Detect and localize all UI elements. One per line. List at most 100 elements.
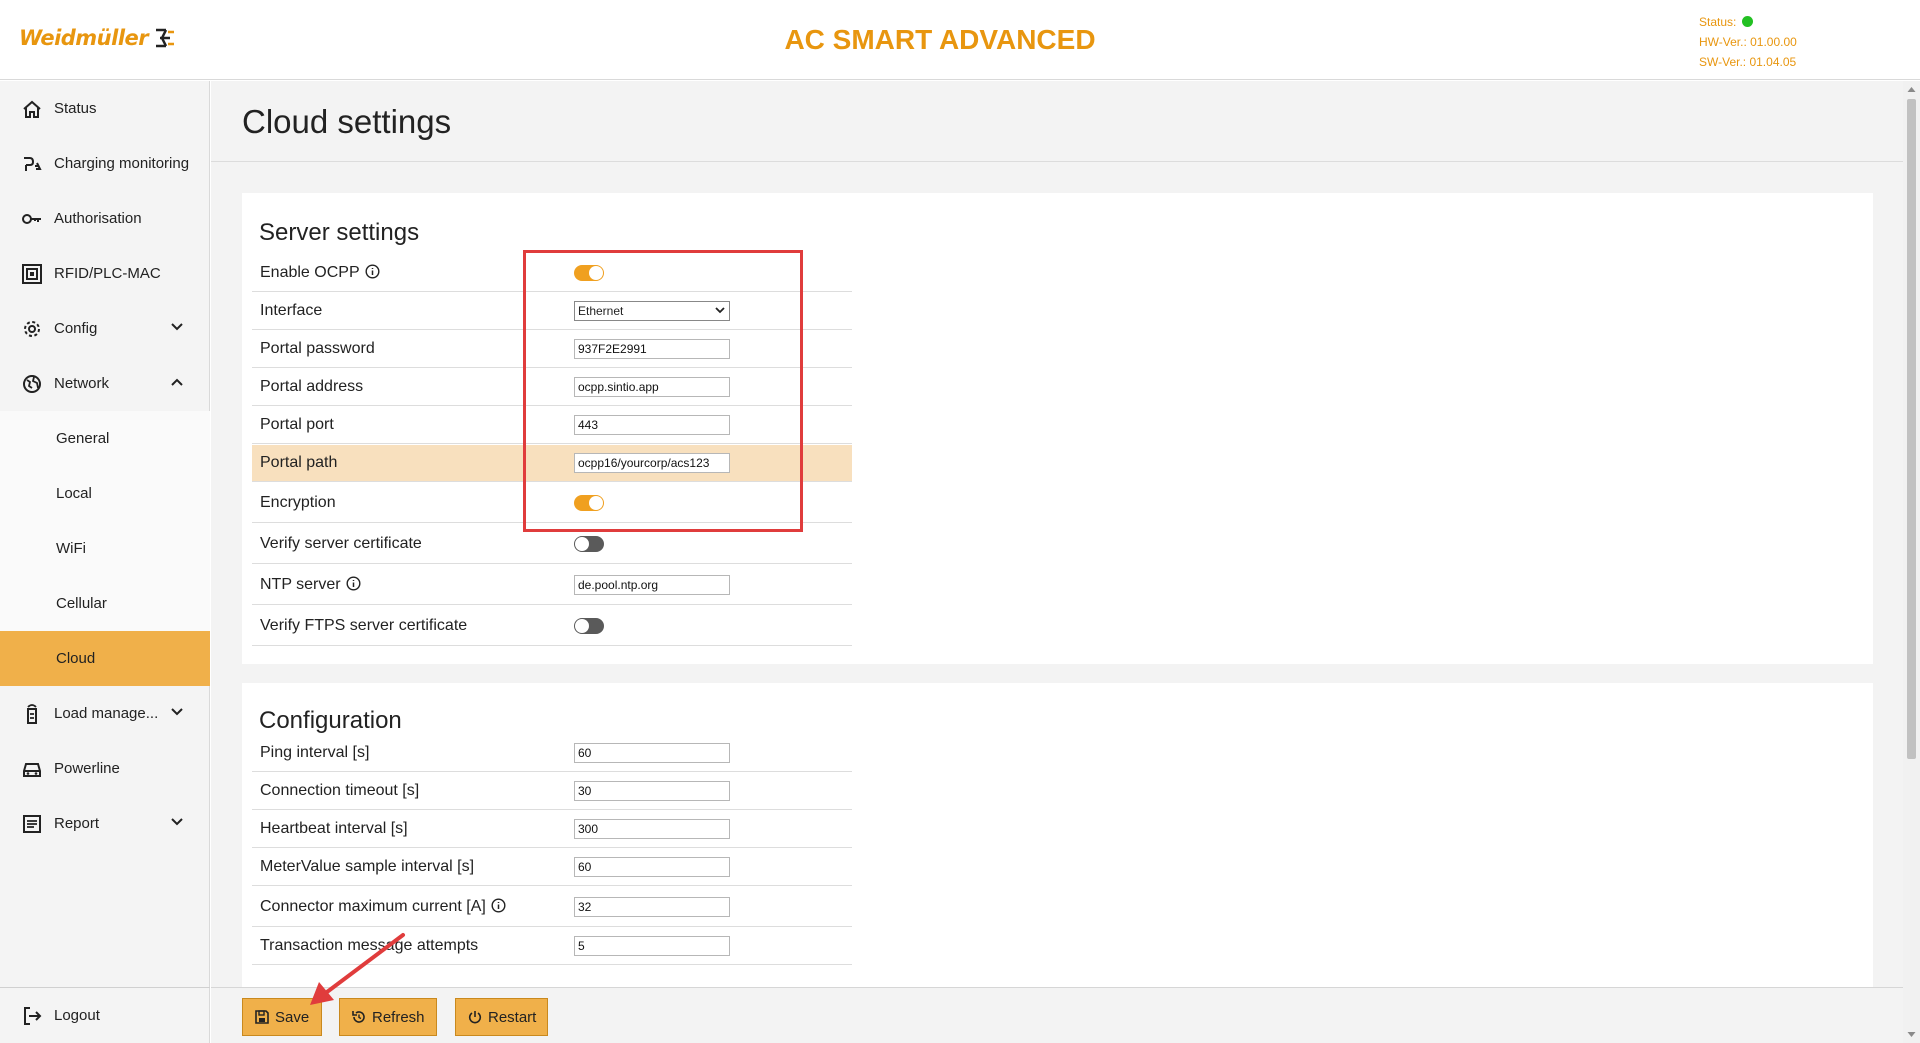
- save-label: Save: [275, 1008, 310, 1026]
- connection-timeout-label: Connection timeout [s]: [260, 782, 420, 799]
- info-icon[interactable]: [491, 897, 506, 913]
- car-icon: [23, 763, 41, 777]
- enable-ocpp-label: Enable OCPP: [260, 264, 380, 282]
- server-settings-card: Server settings Enable OCPP Interface Et…: [242, 193, 1873, 664]
- sidebar-item-label: RFID/PLC-MAC: [54, 265, 161, 282]
- sidebar: Status Charging monitoring Authorisation…: [0, 81, 210, 1043]
- action-bar: Save Refresh Restart: [211, 987, 1903, 1043]
- verify-ftps-cert-toggle[interactable]: [574, 617, 604, 634]
- power-icon: [468, 1011, 482, 1024]
- sidebar-item-status[interactable]: Status: [0, 81, 210, 136]
- ntp-server-input[interactable]: de.pool.ntp.org: [574, 574, 730, 595]
- transaction-attempts-input[interactable]: 5: [574, 936, 730, 956]
- portal-address-label: Portal address: [260, 378, 364, 395]
- heartbeat-interval-label: Heartbeat interval [s]: [260, 820, 408, 837]
- sidebar-subitem-label: Local: [56, 485, 92, 502]
- key-icon: [22, 214, 41, 224]
- sidebar-item-authorisation[interactable]: Authorisation: [0, 191, 210, 246]
- verify-server-cert-label: Verify server certificate: [260, 534, 422, 552]
- sidebar-subitem-label: WiFi: [56, 540, 86, 557]
- connection-timeout-row: Connection timeout [s] 30: [252, 773, 852, 810]
- sidebar-subitem-general[interactable]: General: [0, 411, 210, 466]
- sidebar-subitem-label: Cloud: [56, 650, 96, 667]
- sidebar-subitem-local[interactable]: Local: [0, 466, 210, 521]
- load-management-icon: [27, 704, 37, 724]
- sidebar-item-label: Charging monitoring: [54, 155, 190, 172]
- report-icon: [23, 815, 41, 833]
- gear-icon: [24, 321, 40, 337]
- sidebar-item-label: Report: [54, 815, 100, 832]
- restart-button[interactable]: Restart: [455, 998, 548, 1036]
- page-title: Cloud settings: [242, 103, 452, 140]
- ping-interval-input[interactable]: 60: [574, 743, 730, 763]
- server-settings-title: Server settings: [259, 219, 420, 246]
- encryption-label: Encryption: [260, 493, 336, 511]
- sw-version: SW-Ver.: 01.04.05: [1699, 55, 1797, 69]
- ping-interval-row: Ping interval [s] 60: [252, 735, 852, 772]
- sidebar-subitem-label: Cellular: [56, 595, 107, 612]
- chevron-down-icon: [171, 708, 183, 716]
- status-label: Status:: [1699, 15, 1737, 29]
- sidebar-subitem-wifi[interactable]: WiFi: [0, 521, 210, 576]
- sidebar-subitem-cloud[interactable]: Cloud: [0, 631, 210, 686]
- sidebar-item-report[interactable]: Report: [0, 796, 210, 851]
- chevron-down-icon: [171, 818, 183, 826]
- refresh-label: Refresh: [372, 1008, 425, 1026]
- sidebar-item-label: Powerline: [54, 760, 120, 777]
- scrollbar[interactable]: [1903, 81, 1920, 1043]
- sidebar-item-label: Authorisation: [54, 210, 142, 227]
- configuration-card: Configuration Ping interval [s] 60 Conne…: [242, 683, 1873, 987]
- home-icon: [23, 100, 41, 118]
- interface-label: Interface: [260, 302, 323, 319]
- chevron-down-icon: [171, 323, 183, 331]
- refresh-icon: [352, 1011, 365, 1023]
- verify-server-cert-toggle[interactable]: [574, 535, 604, 552]
- ntp-server-label: NTP server: [260, 576, 361, 594]
- portal-path-label: Portal path: [260, 454, 338, 471]
- info-icon[interactable]: [346, 575, 361, 591]
- logout-button[interactable]: Logout: [0, 988, 210, 1043]
- info-icon[interactable]: [365, 264, 380, 279]
- connector-max-current-label: Connector maximum current [A]: [260, 898, 506, 916]
- sidebar-item-powerline[interactable]: Powerline: [0, 741, 210, 796]
- scroll-up-icon[interactable]: [1907, 85, 1916, 93]
- charging-icon: [24, 157, 42, 171]
- sidebar-item-config[interactable]: Config: [0, 301, 210, 356]
- connector-max-current-input[interactable]: 32: [574, 896, 730, 917]
- main-content: Cloud settings Server settings Enable OC…: [211, 81, 1903, 987]
- app-title: AC SMART ADVANCED: [784, 24, 1096, 55]
- ping-interval-label: Ping interval [s]: [260, 744, 370, 761]
- sidebar-item-charging-monitoring[interactable]: Charging monitoring: [0, 136, 210, 191]
- sidebar-item-label: Load manage...: [54, 705, 159, 722]
- metervalue-interval-label: MeterValue sample interval [s]: [260, 858, 475, 875]
- status-indicator-icon: [1742, 16, 1754, 27]
- sidebar-item-network[interactable]: Network: [0, 356, 210, 411]
- portal-port-label: Portal port: [260, 416, 334, 433]
- verify-ftps-cert-row: Verify FTPS server certificate: [252, 606, 852, 646]
- sidebar-item-label: Status: [54, 100, 97, 117]
- logout-icon: [24, 1007, 42, 1025]
- sidebar-item-load-management[interactable]: Load manage...: [0, 686, 210, 741]
- sidebar-item-rfid-plc-mac[interactable]: RFID/PLC-MAC: [0, 246, 210, 301]
- hw-version: HW-Ver.: 01.00.00: [1699, 35, 1797, 49]
- metervalue-interval-row: MeterValue sample interval [s] 60: [252, 849, 852, 886]
- sidebar-item-label: Network: [54, 375, 110, 392]
- verify-ftps-cert-label: Verify FTPS server certificate: [260, 616, 468, 634]
- restart-label: Restart: [488, 1008, 537, 1026]
- device-info: Status: HW-Ver.: 01.00.00 SW-Ver.: 01.04…: [1699, 12, 1797, 72]
- chevron-up-icon: [171, 378, 183, 386]
- heartbeat-interval-row: Heartbeat interval [s] 300: [252, 811, 852, 848]
- logout-label: Logout: [54, 1007, 100, 1024]
- scrollbar-thumb[interactable]: [1907, 99, 1916, 759]
- scroll-down-icon[interactable]: [1907, 1031, 1916, 1039]
- metervalue-interval-input[interactable]: 60: [574, 857, 730, 877]
- globe-icon: [23, 375, 41, 393]
- arrow-annotation-icon: [310, 933, 405, 1005]
- connector-max-current-row: Connector maximum current [A] 32: [252, 887, 852, 927]
- header: Weidmüller AC SMART ADVANCED Status: HW-…: [0, 0, 1920, 80]
- heartbeat-interval-input[interactable]: 300: [574, 819, 730, 839]
- connection-timeout-input[interactable]: 30: [574, 781, 730, 801]
- portal-password-label: Portal password: [260, 340, 375, 357]
- sidebar-subitem-cellular[interactable]: Cellular: [0, 576, 210, 631]
- rfid-icon: [22, 264, 42, 284]
